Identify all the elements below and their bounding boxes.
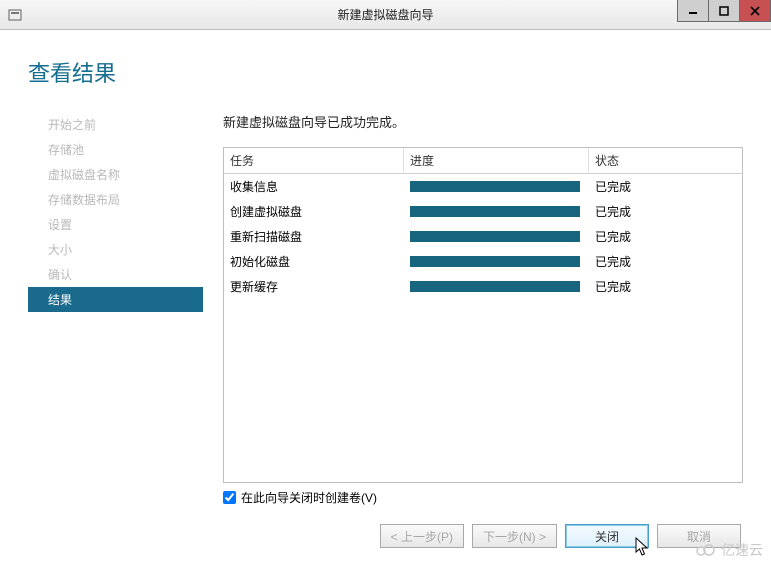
cell-status: 已完成 [589, 251, 742, 272]
body-area: 开始之前 存储池 虚拟磁盘名称 存储数据布局 设置 大小 确认 结果 新建虚拟磁… [28, 112, 743, 506]
next-button: 下一步(N) > [472, 524, 557, 548]
close-button[interactable] [739, 0, 771, 22]
progress-bar [410, 206, 580, 217]
create-volume-checkbox-row[interactable]: 在此向导关闭时创建卷(V) [223, 489, 743, 506]
create-volume-checkbox[interactable] [223, 491, 236, 504]
wizard-page: 查看结果 开始之前 存储池 虚拟磁盘名称 存储数据布局 设置 大小 确认 结果 … [0, 30, 771, 566]
progress-bar [410, 231, 580, 242]
minimize-button[interactable] [677, 0, 709, 22]
column-header-task[interactable]: 任务 [224, 148, 404, 173]
completion-message: 新建虚拟磁盘向导已成功完成。 [223, 112, 743, 131]
cell-task: 重新扫描磁盘 [224, 226, 404, 247]
sidebar-item-storage-pool: 存储池 [28, 137, 203, 162]
table-row: 更新缓存 已完成 [224, 274, 742, 299]
table-row: 初始化磁盘 已完成 [224, 249, 742, 274]
cell-progress [404, 279, 589, 294]
cell-task: 初始化磁盘 [224, 251, 404, 272]
sidebar-item-before-you-begin: 开始之前 [28, 112, 203, 137]
cell-task: 收集信息 [224, 176, 404, 197]
titlebar: 新建虚拟磁盘向导 [0, 0, 771, 30]
sidebar-item-storage-layout: 存储数据布局 [28, 187, 203, 212]
wizard-footer: < 上一步(P) 下一步(N) > 关闭 取消 [28, 506, 743, 548]
app-icon [6, 6, 24, 24]
sidebar-item-confirmation: 确认 [28, 262, 203, 287]
progress-bar [410, 256, 580, 267]
sidebar-item-virtual-disk-name: 虚拟磁盘名称 [28, 162, 203, 187]
results-table: 任务 进度 状态 收集信息 已完成 创建虚拟磁盘 已完成 [223, 147, 743, 483]
table-row: 重新扫描磁盘 已完成 [224, 224, 742, 249]
wizard-steps-sidebar: 开始之前 存储池 虚拟磁盘名称 存储数据布局 设置 大小 确认 结果 [28, 112, 203, 506]
column-header-status[interactable]: 状态 [589, 148, 742, 173]
cell-progress [404, 179, 589, 194]
sidebar-item-results: 结果 [28, 287, 203, 312]
cell-progress [404, 229, 589, 244]
sidebar-item-size: 大小 [28, 237, 203, 262]
progress-bar [410, 181, 580, 192]
cell-status: 已完成 [589, 176, 742, 197]
cell-progress [404, 254, 589, 269]
cell-task: 创建虚拟磁盘 [224, 201, 404, 222]
window-controls [678, 0, 771, 22]
sidebar-item-provisioning: 设置 [28, 212, 203, 237]
table-header: 任务 进度 状态 [224, 148, 742, 174]
main-panel: 新建虚拟磁盘向导已成功完成。 任务 进度 状态 收集信息 已完成 创建虚拟磁盘 [203, 112, 743, 506]
create-volume-label: 在此向导关闭时创建卷(V) [241, 489, 377, 506]
cancel-button: 取消 [657, 524, 741, 548]
page-title: 查看结果 [28, 56, 743, 88]
progress-bar [410, 281, 580, 292]
previous-button: < 上一步(P) [380, 524, 464, 548]
cell-status: 已完成 [589, 201, 742, 222]
cell-status: 已完成 [589, 276, 742, 297]
maximize-button[interactable] [708, 0, 740, 22]
cell-status: 已完成 [589, 226, 742, 247]
table-row: 收集信息 已完成 [224, 174, 742, 199]
cell-progress [404, 204, 589, 219]
table-body: 收集信息 已完成 创建虚拟磁盘 已完成 重新扫描磁盘 已完成 [224, 174, 742, 299]
table-row: 创建虚拟磁盘 已完成 [224, 199, 742, 224]
window-title: 新建虚拟磁盘向导 [0, 6, 771, 23]
column-header-progress[interactable]: 进度 [404, 148, 589, 173]
cell-task: 更新缓存 [224, 276, 404, 297]
close-wizard-button[interactable]: 关闭 [565, 524, 649, 548]
